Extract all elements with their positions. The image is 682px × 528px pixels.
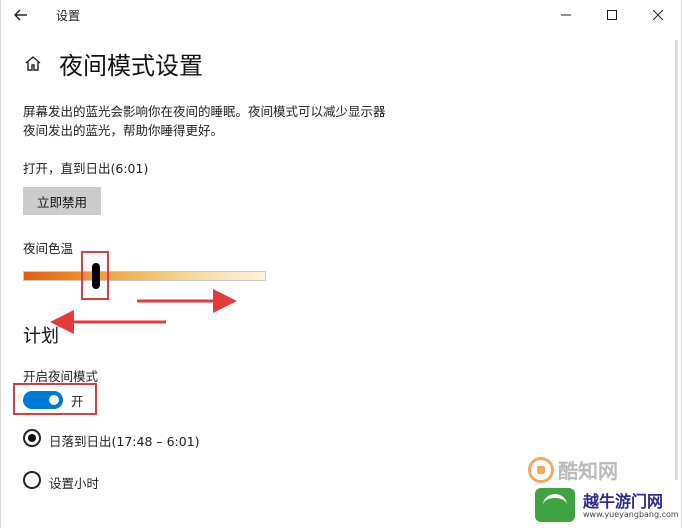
highlight-box-toggle xyxy=(13,383,97,415)
watermark-yueyang: 越牛游门网 www.yueyangbang.com xyxy=(533,484,681,526)
maximize-icon[interactable] xyxy=(589,0,635,30)
radio-set-hours[interactable] xyxy=(23,471,41,489)
settings-window: 设置 夜间模式设置 屏幕发出的蓝光会影响你在夜间的睡眠。夜间模式可以减少显示器 … xyxy=(0,0,682,528)
window-title: 设置 xyxy=(56,9,81,23)
close-icon[interactable] xyxy=(635,0,681,30)
page-title: 夜间模式设置 xyxy=(59,52,203,80)
schedule-section-title: 计划 xyxy=(23,326,59,347)
radio-sunset-to-sunrise-label[interactable]: 日落到日出(17:48 – 6:01) xyxy=(49,431,200,450)
scrollbar[interactable] xyxy=(675,40,678,480)
night-light-status: 打开，直到日出(6:01) xyxy=(23,161,149,176)
title-bar: 设置 xyxy=(1,0,681,30)
description-line-2: 夜间发出的蓝光，帮助你睡得更好。 xyxy=(23,123,224,138)
disable-now-button[interactable]: 立即禁用 xyxy=(23,187,101,215)
watermark-kuzhi: 酷知网 xyxy=(528,455,618,484)
watermark-logo-icon xyxy=(528,456,554,483)
description-line-1: 屏幕发出的蓝光会影响你在夜间的睡眠。夜间模式可以减少显示器 xyxy=(23,104,386,119)
wifi-logo-icon xyxy=(535,488,575,522)
watermark-text-2: 越牛游门网 xyxy=(583,492,664,511)
color-temperature-label: 夜间色温 xyxy=(23,241,74,256)
description: 屏幕发出的蓝光会影响你在夜间的睡眠。夜间模式可以减少显示器 夜间发出的蓝光，帮助… xyxy=(23,102,443,140)
highlight-box-slider-thumb xyxy=(80,251,109,300)
radio-selected-dot xyxy=(28,434,36,442)
radio-set-hours-label[interactable]: 设置小时 xyxy=(49,473,99,492)
home-icon[interactable] xyxy=(23,54,43,74)
radio-sunset-to-sunrise[interactable] xyxy=(23,429,41,447)
watermark-url: www.yueyangbang.com xyxy=(583,510,679,519)
back-arrow-icon[interactable] xyxy=(7,2,35,28)
watermark-text-1: 酷知网 xyxy=(558,459,618,483)
color-temperature-slider[interactable] xyxy=(23,271,266,281)
minimize-icon[interactable] xyxy=(543,0,589,30)
